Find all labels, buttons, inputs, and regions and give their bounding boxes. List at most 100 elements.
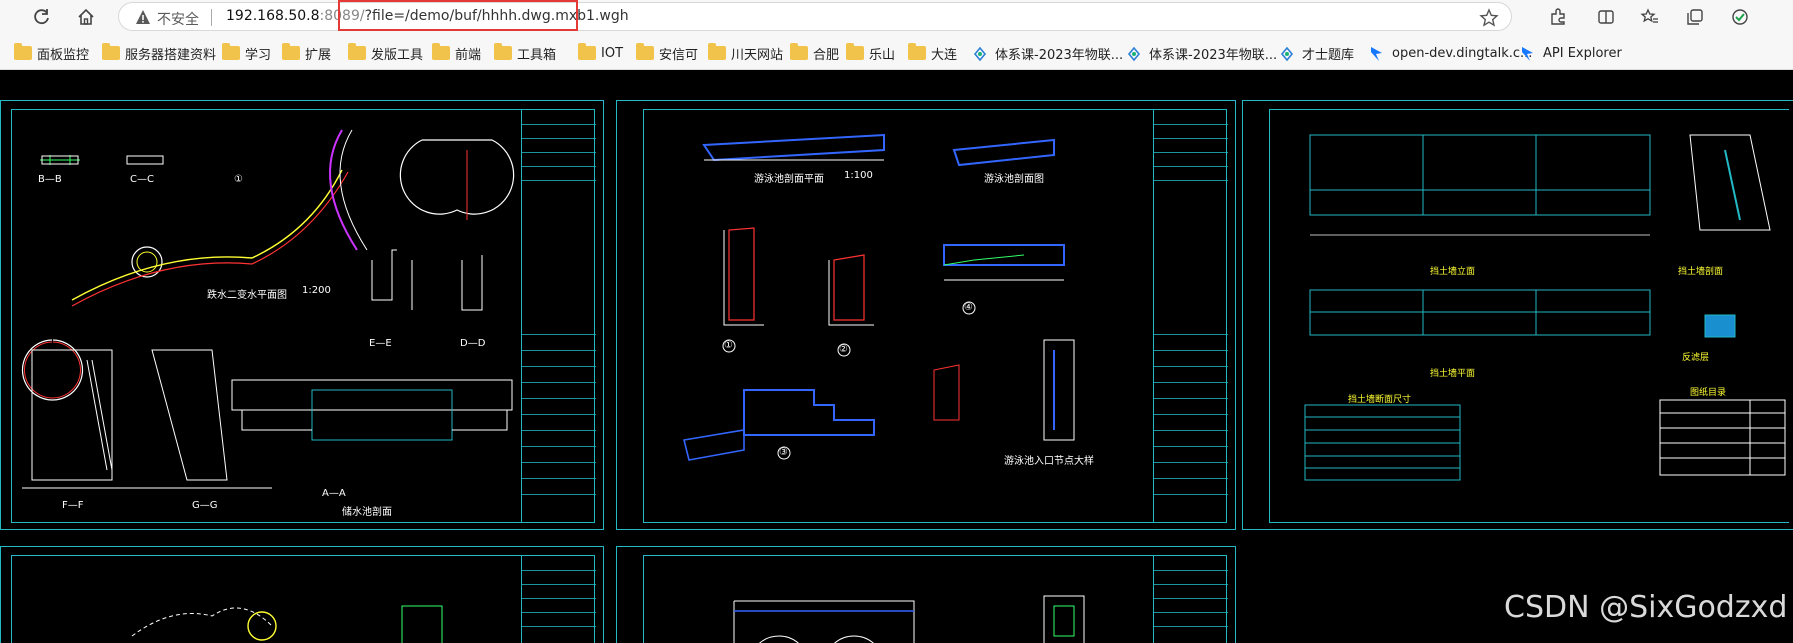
folder-icon <box>432 43 450 60</box>
sheet-5-linework <box>733 595 1085 643</box>
bookmark-item[interactable]: 面板监控 <box>14 42 89 64</box>
dingtalk-icon <box>1369 46 1387 61</box>
address-divider <box>211 9 212 26</box>
drawing-sheet-4 <box>0 546 604 643</box>
section-label-f: F—F <box>62 500 84 511</box>
site-icon <box>972 46 990 62</box>
bookmarks-bar: 面板监控 服务器搭建资料 学习 扩展 发版工具 前端 工具箱 IOT 安信可 川天网站 合肥 乐山 大连… <box>0 38 1793 68</box>
bookmark-item[interactable]: 学习 <box>222 42 271 64</box>
sheet-2-marker-1: ① <box>724 340 733 351</box>
section-label-d: D—D <box>460 338 486 349</box>
bookmark-item[interactable]: 前端 <box>432 42 481 64</box>
url-host: 192.168.50.8 <box>226 8 320 24</box>
url-highlight-box <box>338 0 578 31</box>
bookmark-label: open-dev.dingtalk.c... <box>1392 45 1533 61</box>
sheet-3-plan-caption: 挡土墙平面 <box>1430 369 1476 379</box>
sheet-3-catalog-title: 图纸目录 <box>1690 388 1727 398</box>
bookmark-label: 前端 <box>455 47 482 63</box>
site-icon <box>1126 46 1144 62</box>
sheet-4-border <box>11 555 596 643</box>
bookmark-label: 川天网站 <box>731 47 784 63</box>
folder-icon <box>908 43 926 60</box>
sheet-1-scale: 1:200 <box>302 285 331 296</box>
sheet-2-entry-caption: 游泳池入口节点大样 <box>1004 456 1094 467</box>
folder-icon <box>282 43 300 60</box>
folder-icon <box>348 43 366 60</box>
sheet-1-linework <box>21 129 515 489</box>
section-label-e: E—E <box>369 338 392 349</box>
sheet-4-linework <box>131 605 443 643</box>
split-screen-icon[interactable] <box>1594 5 1618 29</box>
sheet-2-marker-4: ④ <box>964 302 973 313</box>
bookmark-label: 安信可 <box>659 47 699 63</box>
sheet-3-section-caption: 挡土墙剖面 <box>1678 267 1724 277</box>
bookmark-label: 才士题库 <box>1302 47 1355 63</box>
bookmark-item[interactable]: API Explorer <box>1520 42 1622 64</box>
bookmark-label: 服务器搭建资料 <box>125 47 217 63</box>
bookmark-label: 合肥 <box>813 47 840 63</box>
sheet-3-elev-caption: 挡土墙立面 <box>1430 267 1476 277</box>
watermark: CSDN @SixGodzxd <box>1504 590 1788 625</box>
collections-icon[interactable] <box>1683 5 1707 29</box>
dingtalk-icon <box>1520 46 1538 61</box>
drawing-sheet-3: 挡土墙立面 挡土墙平面 挡土墙剖面 反滤层 挡土墙断面尺寸 图纸目录 <box>1242 100 1793 530</box>
navigation-bar: 不安全 192.168.50.8:8089/?file=/demo/buf/hh… <box>0 0 1793 34</box>
sheet-2-marker-3: ③ <box>779 447 788 458</box>
bookmark-item[interactable]: open-dev.dingtalk.c... <box>1369 42 1532 64</box>
bookmark-label: 扩展 <box>305 47 332 63</box>
folder-icon <box>102 43 120 60</box>
site-icon <box>1279 46 1297 62</box>
drawing-sheet-5 <box>616 546 1236 643</box>
browser-chrome: 不安全 192.168.50.8:8089/?file=/demo/buf/hh… <box>0 0 1793 70</box>
sheet-5-border <box>643 555 1228 643</box>
drawing-sheet-1: B—B C—C ① E—E D—D F—F G—G A—A 跌水二变水平面图 1… <box>0 100 604 530</box>
bookmark-item[interactable]: 才士题库 <box>1279 42 1354 64</box>
favorites-icon[interactable] <box>1638 5 1662 29</box>
address-bar[interactable]: 不安全 192.168.50.8:8089/?file=/demo/buf/hh… <box>118 2 1512 31</box>
bookmark-label: API Explorer <box>1543 45 1622 61</box>
sheet-2-scale: 1:100 <box>844 170 873 181</box>
extensions-icon[interactable] <box>1546 5 1570 29</box>
sheet-1-title-block <box>521 110 596 522</box>
bookmark-item[interactable]: 大连 <box>908 42 957 64</box>
bookmark-item[interactable]: 扩展 <box>282 42 331 64</box>
cad-drawing-canvas[interactable]: B—B C—C ① E—E D—D F—F G—G A—A 跌水二变水平面图 1… <box>0 70 1793 643</box>
section-marker-1: ① <box>234 174 243 185</box>
bookmark-item[interactable]: IOT <box>578 42 623 64</box>
folder-icon <box>14 43 32 60</box>
sheet-5-title-block <box>1153 556 1228 643</box>
folder-icon <box>846 43 864 60</box>
section-label-a: A—A <box>322 488 346 499</box>
sheet-4-title-block <box>521 556 596 643</box>
bookmark-label: 体系课-2023年物联... <box>995 47 1124 63</box>
bookmark-item[interactable]: 川天网站 <box>708 42 783 64</box>
refresh-icon[interactable] <box>28 4 56 30</box>
bookmark-item[interactable]: 合肥 <box>790 42 839 64</box>
folder-icon <box>636 43 654 60</box>
bookmark-label: 大连 <box>931 47 958 63</box>
bookmark-item[interactable]: 体系课-2023年物联... <box>1126 42 1277 64</box>
bookmark-item[interactable]: 安信可 <box>636 42 698 64</box>
browser-essentials-icon[interactable] <box>1728 5 1752 29</box>
bookmark-label: 工具箱 <box>517 47 557 63</box>
folder-icon <box>578 43 596 60</box>
sheet-2-border: 游泳池剖面平面 1:100 游泳池剖面图 游泳池入口节点大样 ① ② ③ ④ <box>643 109 1228 523</box>
bookmark-item[interactable]: 工具箱 <box>494 42 556 64</box>
folder-icon <box>222 43 240 60</box>
warning-icon <box>136 10 150 24</box>
bookmark-item[interactable]: 乐山 <box>846 42 895 64</box>
bookmark-label: 发版工具 <box>371 47 424 63</box>
drawing-sheet-2: 游泳池剖面平面 1:100 游泳池剖面图 游泳池入口节点大样 ① ② ③ ④ <box>616 100 1236 530</box>
insecure-label: 不安全 <box>157 12 199 28</box>
bookmark-item[interactable]: 发版工具 <box>348 42 423 64</box>
bookmark-item[interactable]: 体系课-2023年物联... <box>972 42 1123 64</box>
bookmark-item[interactable]: 服务器搭建资料 <box>102 42 216 64</box>
favorite-star-icon[interactable] <box>1479 8 1499 28</box>
bookmark-label: 面板监控 <box>37 47 90 63</box>
home-icon[interactable] <box>72 4 100 30</box>
bookmark-label: 体系课-2023年物联... <box>1149 47 1278 63</box>
sheet-3-detail-caption: 反滤层 <box>1682 353 1710 363</box>
bookmark-label: 学习 <box>245 47 272 63</box>
sheet-2-title-block <box>1153 110 1228 522</box>
sheet-1-border: B—B C—C ① E—E D—D F—F G—G A—A 跌水二变水平面图 1… <box>11 109 596 523</box>
